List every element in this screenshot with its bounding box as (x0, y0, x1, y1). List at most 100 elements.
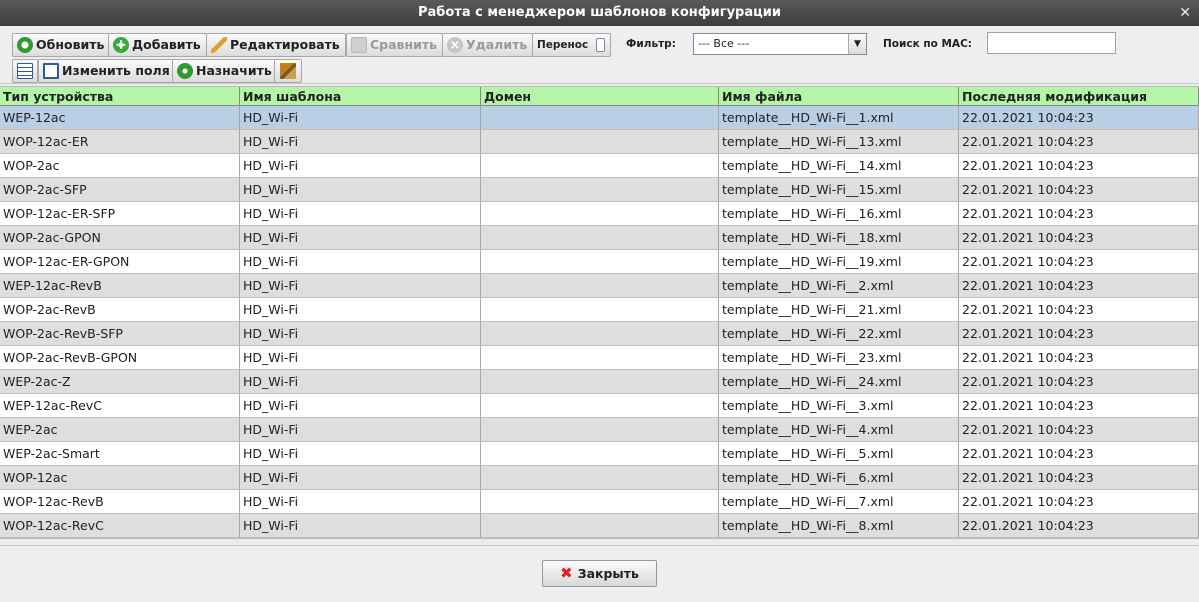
chevron-down-icon[interactable]: ▼ (848, 34, 866, 54)
table-row[interactable]: WEP-12ac HD_Wi-Fi template__HD_Wi-Fi__1.xm… (0, 106, 1199, 130)
delete-icon (447, 35, 463, 57)
table-row[interactable]: WOP-12ac-RevC HD_Wi-Fi template__HD_Wi-Fi_… (0, 514, 1199, 538)
cell-last-modified: 22.01.2021 10:04:23 (959, 274, 1199, 298)
transfer-toggle[interactable]: Перенос (532, 33, 611, 57)
cell-template-name: HD_Wi-Fi (240, 322, 481, 346)
cell-device-type: WOP-2ac (0, 154, 240, 178)
cell-file-name: template__HD_Wi-Fi__15.xml (719, 178, 959, 202)
cell-file-name: template__HD_Wi-Fi__24.xml (719, 370, 959, 394)
cell-domain (481, 418, 719, 442)
cell-last-modified: 22.01.2021 10:04:23 (959, 322, 1199, 346)
pencil-icon (211, 37, 227, 53)
cell-template-name: HD_Wi-Fi (240, 202, 481, 226)
filter-label: Фильтр: (626, 38, 676, 50)
table-row[interactable]: WOP-2ac-RevB-SFP HD_Wi-Fi template__HD_Wi-… (0, 322, 1199, 346)
column-header-domain[interactable]: Домен (481, 87, 719, 106)
column-header-template-name[interactable]: Имя шаблона (240, 87, 481, 106)
add-button[interactable]: Добавить (108, 33, 207, 57)
transfer-checkbox[interactable] (596, 38, 605, 52)
cell-template-name: HD_Wi-Fi (240, 130, 481, 154)
cell-template-name: HD_Wi-Fi (240, 514, 481, 538)
table-row[interactable]: WOP-12ac-ER-SFP HD_Wi-Fi template__HD_Wi-F… (0, 202, 1199, 226)
cell-file-name: template__HD_Wi-Fi__23.xml (719, 346, 959, 370)
column-header-file-name[interactable]: Имя файла (719, 87, 959, 106)
delete-button[interactable]: Удалить (442, 33, 534, 57)
cell-domain (481, 274, 719, 298)
cell-file-name: template__HD_Wi-Fi__21.xml (719, 298, 959, 322)
close-icon[interactable]: ✕ (1179, 0, 1191, 26)
mac-search-input[interactable] (987, 32, 1116, 54)
column-header-device-type[interactable]: Тип устройства (0, 87, 240, 106)
close-label: Закрыть (577, 566, 639, 581)
table-row[interactable]: WOP-12ac-ER-GPON HD_Wi-Fi template__HD_Wi-… (0, 250, 1199, 274)
table-row[interactable]: WOP-2ac-SFP HD_Wi-Fi template__HD_Wi-Fi__1… (0, 178, 1199, 202)
table-row[interactable]: WEP-12ac-RevC HD_Wi-Fi template__HD_Wi-Fi_… (0, 394, 1199, 418)
table-row[interactable]: WOP-2ac-RevB-GPON HD_Wi-Fi template__HD_Wi… (0, 346, 1199, 370)
refresh-label: Обновить (36, 37, 105, 52)
close-button[interactable]: ✖ Закрыть (542, 560, 657, 587)
cell-domain (481, 442, 719, 466)
table-row[interactable]: WEP-2ac-Smart HD_Wi-Fi template__HD_Wi-Fi_… (0, 442, 1199, 466)
table-row[interactable]: WEP-2ac HD_Wi-Fi template__HD_Wi-Fi__4.xml… (0, 418, 1199, 442)
cell-template-name: HD_Wi-Fi (240, 418, 481, 442)
tools-button[interactable] (274, 59, 302, 83)
table-row[interactable]: WOP-2ac HD_Wi-Fi template__HD_Wi-Fi__14.xm… (0, 154, 1199, 178)
list-view-button[interactable] (12, 59, 38, 83)
toolbar: Обновить Добавить Редактировать Сравнить… (0, 26, 1199, 84)
cell-file-name: template__HD_Wi-Fi__1.xml (719, 106, 959, 130)
cell-template-name: HD_Wi-Fi (240, 178, 481, 202)
cell-device-type: WOP-12ac (0, 466, 240, 490)
cell-device-type: WOP-12ac-ER (0, 130, 240, 154)
cell-domain (481, 130, 719, 154)
cell-last-modified: 22.01.2021 10:04:23 (959, 514, 1199, 538)
column-header-last-modified[interactable]: Последняя модификация (959, 87, 1199, 106)
change-fields-button[interactable]: Изменить поля (38, 59, 176, 83)
refresh-button[interactable]: Обновить (12, 33, 111, 57)
table-row[interactable]: WOP-12ac HD_Wi-Fi template__HD_Wi-Fi__6.xm… (0, 466, 1199, 490)
cell-template-name: HD_Wi-Fi (240, 490, 481, 514)
table-row[interactable]: WOP-12ac-RevB HD_Wi-Fi template__HD_Wi-Fi_… (0, 490, 1199, 514)
cell-device-type: WOP-2ac-GPON (0, 226, 240, 250)
table-row[interactable]: WEP-2ac-Z HD_Wi-Fi template__HD_Wi-Fi__24.… (0, 370, 1199, 394)
cell-domain (481, 178, 719, 202)
cell-domain (481, 322, 719, 346)
cell-domain (481, 490, 719, 514)
cell-device-type: WOP-12ac-ER-GPON (0, 250, 240, 274)
table-row[interactable]: WOP-2ac-RevB HD_Wi-Fi template__HD_Wi-Fi__… (0, 298, 1199, 322)
cell-domain (481, 202, 719, 226)
cell-domain (481, 370, 719, 394)
window-title-bar: Работа с менеджером шаблонов конфигураци… (0, 0, 1199, 26)
cell-last-modified: 22.01.2021 10:04:23 (959, 202, 1199, 226)
cell-device-type: WEP-2ac-Z (0, 370, 240, 394)
change-fields-label: Изменить поля (62, 63, 170, 78)
list-icon (17, 63, 33, 79)
refresh-icon (17, 37, 33, 53)
templates-table: Тип устройства Имя шаблона Домен Имя фай… (0, 86, 1199, 539)
cell-last-modified: 22.01.2021 10:04:23 (959, 178, 1199, 202)
cell-file-name: template__HD_Wi-Fi__2.xml (719, 274, 959, 298)
cell-device-type: WOP-12ac-ER-SFP (0, 202, 240, 226)
cell-template-name: HD_Wi-Fi (240, 250, 481, 274)
cell-last-modified: 22.01.2021 10:04:23 (959, 466, 1199, 490)
cell-last-modified: 22.01.2021 10:04:23 (959, 250, 1199, 274)
cell-domain (481, 106, 719, 130)
table-row[interactable]: WOP-12ac-ER HD_Wi-Fi template__HD_Wi-Fi__1… (0, 130, 1199, 154)
cell-file-name: template__HD_Wi-Fi__13.xml (719, 130, 959, 154)
edit-button[interactable]: Редактировать (206, 33, 346, 57)
cell-domain (481, 514, 719, 538)
cell-file-name: template__HD_Wi-Fi__19.xml (719, 250, 959, 274)
cell-device-type: WOP-2ac-SFP (0, 178, 240, 202)
compare-button[interactable]: Сравнить (346, 33, 444, 57)
assign-button[interactable]: Назначить (172, 59, 278, 83)
cell-last-modified: 22.01.2021 10:04:23 (959, 418, 1199, 442)
filter-select[interactable]: --- Все --- ▼ (693, 33, 867, 55)
cell-file-name: template__HD_Wi-Fi__16.xml (719, 202, 959, 226)
cell-file-name: template__HD_Wi-Fi__14.xml (719, 154, 959, 178)
table-body: WEP-12ac HD_Wi-Fi template__HD_Wi-Fi__1.xm… (0, 106, 1199, 538)
assign-icon (177, 63, 193, 79)
table-row[interactable]: WEP-12ac-RevB HD_Wi-Fi template__HD_Wi-Fi_… (0, 274, 1199, 298)
table-row[interactable]: WOP-2ac-GPON HD_Wi-Fi template__HD_Wi-Fi__… (0, 226, 1199, 250)
cell-template-name: HD_Wi-Fi (240, 370, 481, 394)
cell-last-modified: 22.01.2021 10:04:23 (959, 370, 1199, 394)
cell-file-name: template__HD_Wi-Fi__22.xml (719, 322, 959, 346)
